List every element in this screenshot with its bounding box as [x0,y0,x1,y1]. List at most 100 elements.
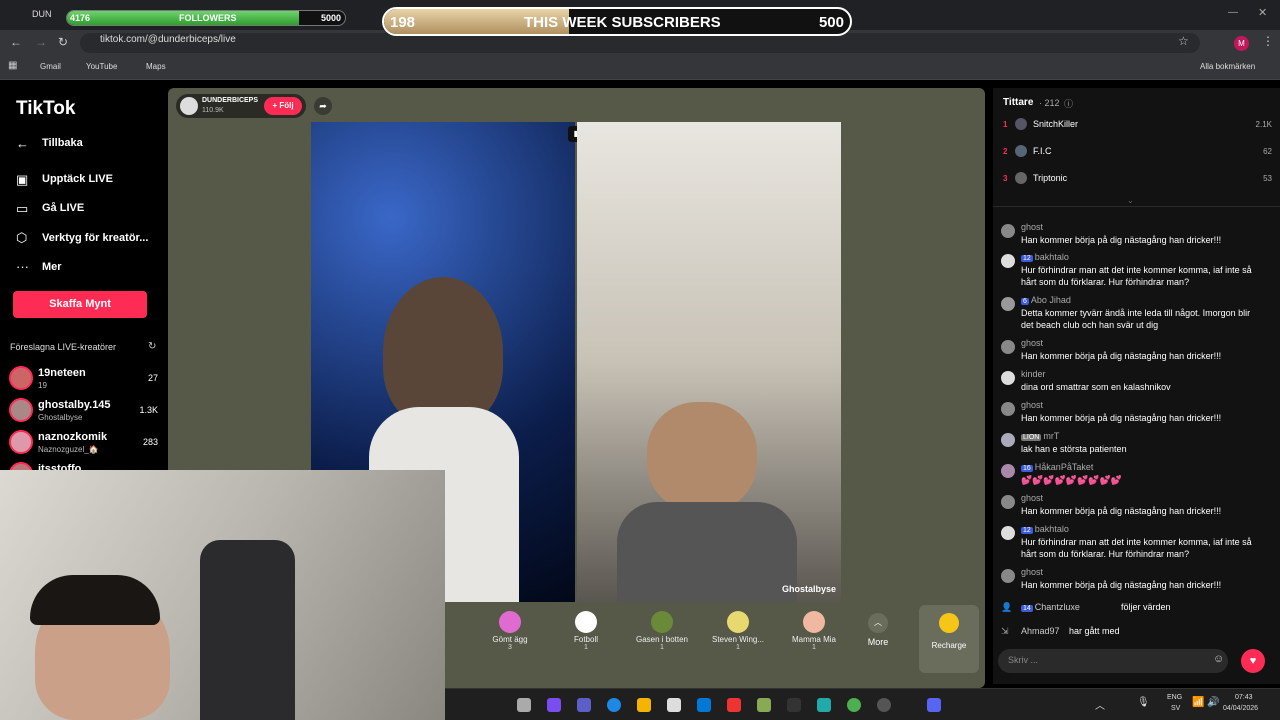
chat-username[interactable]: 16 HåkanPåTaket [1021,462,1093,472]
chat-username[interactable]: ghost [1021,493,1043,503]
creator-name[interactable]: naznozkomik [38,431,107,443]
back-link[interactable]: Tillbaka [42,137,83,149]
buy-coins-button[interactable]: Skaffa Mynt [13,291,147,318]
chat-username[interactable]: ghost [1021,222,1043,232]
tiktok-logo[interactable]: TikTok [16,98,75,120]
chat-username[interactable]: LION mrT [1021,431,1059,441]
copilot-icon[interactable] [547,698,561,712]
nav-more[interactable]: Mer [42,261,62,273]
bookmark-gmail[interactable]: Gmail [40,62,61,71]
app-icon[interactable] [757,698,771,712]
creator-avatar[interactable] [9,366,33,390]
gift-item[interactable]: Steven Wing... 1 [706,603,770,651]
photos-icon[interactable] [817,698,831,712]
obs-icon[interactable] [787,698,801,712]
host-avatar[interactable] [180,97,198,115]
expand-chevron-icon[interactable]: ⌄ [1127,196,1134,205]
avatar[interactable] [1001,433,1015,447]
avatar[interactable] [1015,172,1027,184]
top-viewer-name[interactable]: F.I.C [1033,146,1052,156]
profile-avatar[interactable]: M [1234,36,1249,51]
recharge-button[interactable]: Recharge [919,605,979,673]
host-name[interactable]: DUNDERBICEPS [202,97,258,104]
more-gifts-button[interactable]: ︿ More [856,603,900,647]
kebab-menu-icon[interactable]: ⋮ [1262,34,1274,48]
url-text[interactable]: tiktok.com/@dunderbiceps/live [100,34,236,45]
creator-viewers: 283 [142,437,158,447]
chat-username[interactable]: 12 bakhtalo [1021,524,1069,534]
all-bookmarks[interactable]: Alla bokmärken [1200,62,1255,71]
info-icon[interactable]: ⓘ [1064,97,1073,110]
app-icon[interactable] [877,698,891,712]
emoji-icon[interactable]: ☺ [1213,653,1224,665]
tray-chevron-icon[interactable]: ︿ [1095,697,1105,712]
back-icon[interactable]: ← [10,35,22,49]
avatar[interactable] [1001,371,1015,385]
nav-creator-tools[interactable]: Verktyg för kreatör... [42,232,148,244]
forward-icon[interactable]: → [35,35,47,49]
gift-item[interactable]: Fotboll 1 [554,603,618,651]
tab-title[interactable]: DUN [32,9,52,19]
chat-input[interactable]: Skriv ... [998,649,1228,673]
chat-username[interactable]: kinder [1021,369,1046,379]
chat-username[interactable]: ghost [1021,400,1043,410]
chat-username[interactable]: ghost [1021,338,1043,348]
task-view-icon[interactable] [517,698,531,712]
creator-name[interactable]: ghostalby.145 [38,399,111,411]
wifi-icon[interactable]: 📶 [1192,697,1204,708]
close-icon[interactable]: ✕ [1258,6,1267,19]
avatar[interactable] [1001,224,1015,238]
follow-button[interactable]: + Följ [264,97,302,115]
avatar[interactable] [1001,526,1015,540]
avatar[interactable] [1001,464,1015,478]
discord-icon[interactable] [927,698,941,712]
volume-icon[interactable]: 🔊 [1207,697,1219,708]
edge-icon[interactable] [607,698,621,712]
gift-heart-button[interactable]: ♥ [1241,649,1265,673]
store-icon[interactable] [667,698,681,712]
chat-username[interactable]: 12 bakhtalo [1021,252,1069,262]
avatar[interactable] [1001,297,1015,311]
share-icon[interactable]: ➦ [314,97,332,115]
language-code[interactable]: ENG [1167,694,1182,701]
apps-grid-icon[interactable]: ▦ [8,60,17,71]
avatar[interactable] [1001,340,1015,354]
gift-item[interactable]: Mamma Mia 1 [782,603,846,651]
omnibox[interactable] [80,33,1200,53]
creator-avatar[interactable] [9,398,33,422]
avatar[interactable] [1015,118,1027,130]
top-viewer-value: 2.1K [1255,120,1272,129]
creator-name[interactable]: 19neteen [38,367,86,379]
nav-go-live[interactable]: Gå LIVE [42,202,84,214]
refresh-icon[interactable]: ↻ [148,341,156,352]
event-text: följer värden [1121,602,1171,612]
teams-icon[interactable] [577,698,591,712]
bookmark-youtube[interactable]: YouTube [86,62,117,71]
top-viewer-name[interactable]: SnitchKiller [1033,119,1078,129]
shield-icon[interactable] [727,698,741,712]
bookmark-maps[interactable]: Maps [146,62,166,71]
chat-username[interactable]: ghost [1021,567,1043,577]
gift-item[interactable]: Gasen i botten 1 [630,603,694,651]
avatar[interactable] [1001,495,1015,509]
microphone-icon[interactable]: 🎙 [1137,697,1150,708]
clock-time[interactable]: 07:43 [1235,694,1253,701]
event-username[interactable]: Ahmad97 [1021,626,1060,636]
avatar[interactable] [1001,402,1015,416]
bookmark-star-icon[interactable]: ☆ [1178,34,1189,48]
back-arrow-icon[interactable]: ← [16,136,29,151]
avatar[interactable] [1015,145,1027,157]
reload-icon[interactable]: ↻ [58,35,68,49]
creator-avatar[interactable] [9,430,33,454]
avatar[interactable] [1001,254,1015,268]
nav-discover-live[interactable]: Upptäck LIVE [42,173,113,185]
minimize-icon[interactable]: — [1228,7,1238,18]
chrome-icon[interactable] [847,698,861,712]
outlook-icon[interactable] [697,698,711,712]
file-explorer-icon[interactable] [637,698,651,712]
chat-username[interactable]: 6 Abo Jihad [1021,295,1071,305]
avatar[interactable] [1001,569,1015,583]
gift-item[interactable]: Gömt ägg 3 [478,603,542,651]
event-username[interactable]: 14 Chantzluxe [1021,602,1080,612]
top-viewer-name[interactable]: Triptonic [1033,173,1067,183]
